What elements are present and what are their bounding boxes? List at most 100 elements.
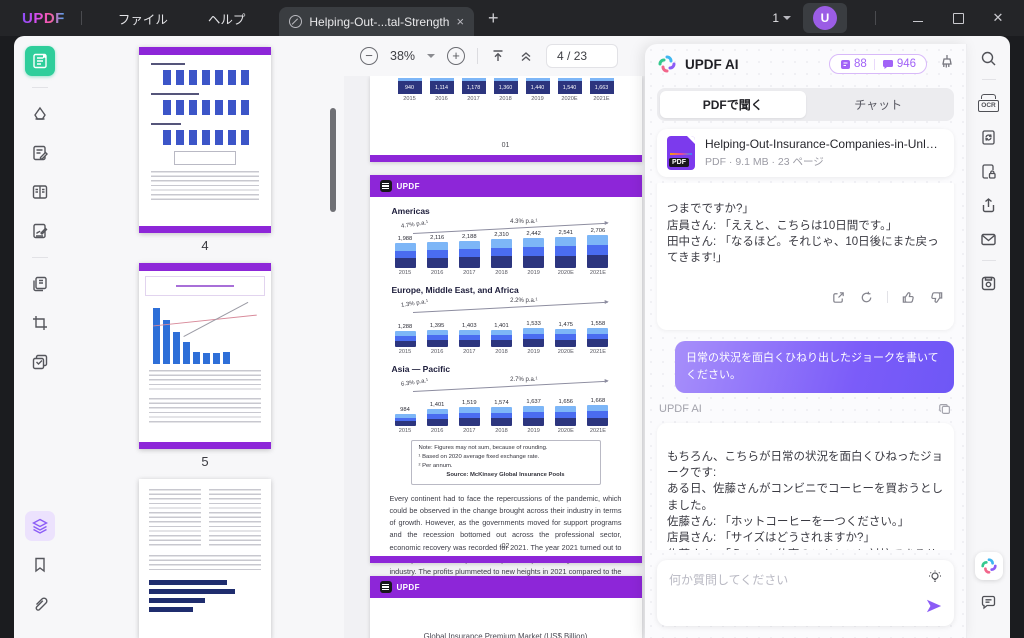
chart-note: Note: Figures may not sum, because of ro… xyxy=(410,440,601,485)
stacked-bar: 1,519 2017 xyxy=(456,400,483,434)
divider xyxy=(32,87,48,88)
prompt-ideas-icon[interactable] xyxy=(927,569,943,590)
maximize-button[interactable] xyxy=(944,13,972,24)
ai-mode-tabs: PDFで聞く チャット xyxy=(657,88,954,121)
stamp-tool-icon[interactable] xyxy=(25,347,55,377)
doc-logo-text: UPDF xyxy=(396,181,420,191)
thumbs-down-icon[interactable] xyxy=(929,290,944,305)
stacked-bar: 2,188 2017 xyxy=(456,234,483,276)
zoom-in-button[interactable]: + xyxy=(447,47,466,65)
zoom-out-button[interactable]: − xyxy=(360,47,378,65)
page-accent-bar xyxy=(369,556,642,563)
zoom-level: 38% xyxy=(390,49,416,63)
stacked-bar: 1,395 2016 xyxy=(424,323,451,355)
assistant-label: UPDF AI xyxy=(659,403,702,416)
chat-input[interactable]: 何か質問してください xyxy=(657,560,954,626)
question-credits: 946 xyxy=(882,58,916,70)
menu-file[interactable]: ファイル xyxy=(98,9,188,28)
pages-scroll-area[interactable]: 940 2015 1,114 2016 1,178 2017 1,360 2018 1,440 2… xyxy=(344,76,667,638)
tab-title: Helping-Out-...tal-Strength xyxy=(309,14,450,29)
thumbnail-page-5[interactable] xyxy=(139,263,271,449)
divider xyxy=(32,257,48,258)
scroll-to-top-icon[interactable] xyxy=(490,48,506,64)
convert-icon[interactable] xyxy=(980,129,997,146)
edit-tool-icon[interactable] xyxy=(25,138,55,168)
chevron-down-icon xyxy=(783,16,791,20)
new-tab-button[interactable]: + xyxy=(488,8,499,29)
previous-page-icon[interactable] xyxy=(518,48,534,64)
menu-help[interactable]: ヘルプ xyxy=(188,9,266,28)
copy-icon[interactable] xyxy=(938,402,952,416)
file-name: Helping-Out-Insurance-Companies-in-Unloc… xyxy=(705,137,944,151)
comment-tool-icon[interactable] xyxy=(25,99,55,129)
save-icon[interactable] xyxy=(980,275,997,292)
emea-chart: 1.3% p.a.¹ 2.2% p.a.¹ 1,288 2015 1,395 2016… xyxy=(390,297,622,355)
thumbnail-panel: 4 5 xyxy=(66,36,344,638)
protect-icon[interactable] xyxy=(980,163,997,180)
ai-panel-title: UPDF AI xyxy=(685,56,739,72)
pdf-file-card[interactable]: PDF Helping-Out-Insurance-Companies-in-U… xyxy=(657,129,954,177)
chat-history[interactable]: つまでですか?」 店員さん: 「ええと、こちらは10日間です。」 田中さん: 「… xyxy=(645,183,966,550)
window-count-dropdown[interactable]: 1 xyxy=(772,11,791,25)
tab-close-icon[interactable]: × xyxy=(456,15,464,28)
divider xyxy=(873,58,875,70)
file-meta: PDF · 9.1 MB · 23 ページ xyxy=(705,156,824,168)
pdf-file-icon: PDF xyxy=(667,136,695,170)
feedback-icon[interactable] xyxy=(980,594,997,611)
app-window: UPDF ファイル ヘルプ Helping-Out-...tal-Strengt… xyxy=(0,0,1024,638)
layers-tool-icon[interactable] xyxy=(25,511,55,541)
minimize-button[interactable] xyxy=(904,14,932,22)
doc-logo-text: UPDF xyxy=(396,582,420,592)
page-indicator-input[interactable]: 4 / 23 xyxy=(546,44,619,68)
crop-tool-icon[interactable] xyxy=(25,308,55,338)
ocr-icon[interactable]: OCR xyxy=(978,94,999,112)
thumbnail-page-4[interactable] xyxy=(139,47,271,233)
thumbnail-scrollbar[interactable] xyxy=(330,108,336,212)
pages-tool-icon[interactable] xyxy=(25,269,55,299)
reader-tool-icon[interactable] xyxy=(25,46,55,76)
avatar[interactable]: U xyxy=(813,6,837,30)
export-icon[interactable] xyxy=(831,290,846,305)
message-actions xyxy=(667,290,944,305)
regenerate-icon[interactable] xyxy=(859,290,874,305)
account-button[interactable]: U xyxy=(803,3,847,33)
value-bar: 1,360 2018 xyxy=(492,78,520,102)
zoom-dropdown-icon[interactable] xyxy=(427,54,436,58)
stacked-bar: 2,116 2016 xyxy=(424,235,451,276)
window-count-value: 1 xyxy=(772,11,779,25)
clear-chat-icon[interactable] xyxy=(937,53,954,75)
bookmark-tool-icon[interactable] xyxy=(25,550,55,580)
stacked-bar: 2,541 2020E xyxy=(552,230,579,276)
user-message: 日常の状況を面白くひねり出したジョークを書いてください。 xyxy=(675,341,954,394)
credits-badge[interactable]: 88 946 xyxy=(829,54,927,74)
note-line: ² Per annum. xyxy=(418,463,453,470)
pdf-page-3: 940 2015 1,114 2016 1,178 2017 1,360 2018 1,440 2… xyxy=(369,76,642,162)
sign-tool-icon[interactable] xyxy=(25,216,55,246)
thumbnail-page-6[interactable] xyxy=(139,479,271,638)
stacked-bar: 2,706 2021E xyxy=(584,228,611,276)
value-bar: 1,663 2021E xyxy=(588,78,616,102)
divider xyxy=(875,11,876,25)
tab-ask-pdf[interactable]: PDFで聞く xyxy=(660,91,806,118)
document-tab[interactable]: Helping-Out-...tal-Strength × xyxy=(279,7,475,36)
right-toolbar: OCR xyxy=(967,36,1010,638)
page-footer: 02 xyxy=(501,543,510,550)
updf-ai-button[interactable] xyxy=(974,552,1003,580)
search-icon[interactable] xyxy=(980,50,997,67)
thumbs-up-icon[interactable] xyxy=(901,290,916,305)
attachment-tool-icon[interactable] xyxy=(25,589,55,619)
organize-tool-icon[interactable] xyxy=(25,177,55,207)
stacked-bar: 1,558 2021E xyxy=(584,321,611,355)
left-toolbar xyxy=(14,36,66,638)
growth-label: 4.3% p.a.¹ xyxy=(510,219,538,225)
share-icon[interactable] xyxy=(980,197,997,214)
section-heading: Americas xyxy=(391,206,430,216)
divider xyxy=(887,291,888,304)
send-icon[interactable] xyxy=(925,598,943,619)
value-bar: 1,440 2019 xyxy=(524,78,552,102)
divider xyxy=(981,79,996,80)
stacked-bar: 1,475 2020E xyxy=(552,322,579,355)
mail-icon[interactable] xyxy=(980,231,997,248)
close-button[interactable]: ✕ xyxy=(984,10,1012,26)
tab-chat[interactable]: チャット xyxy=(806,91,952,118)
